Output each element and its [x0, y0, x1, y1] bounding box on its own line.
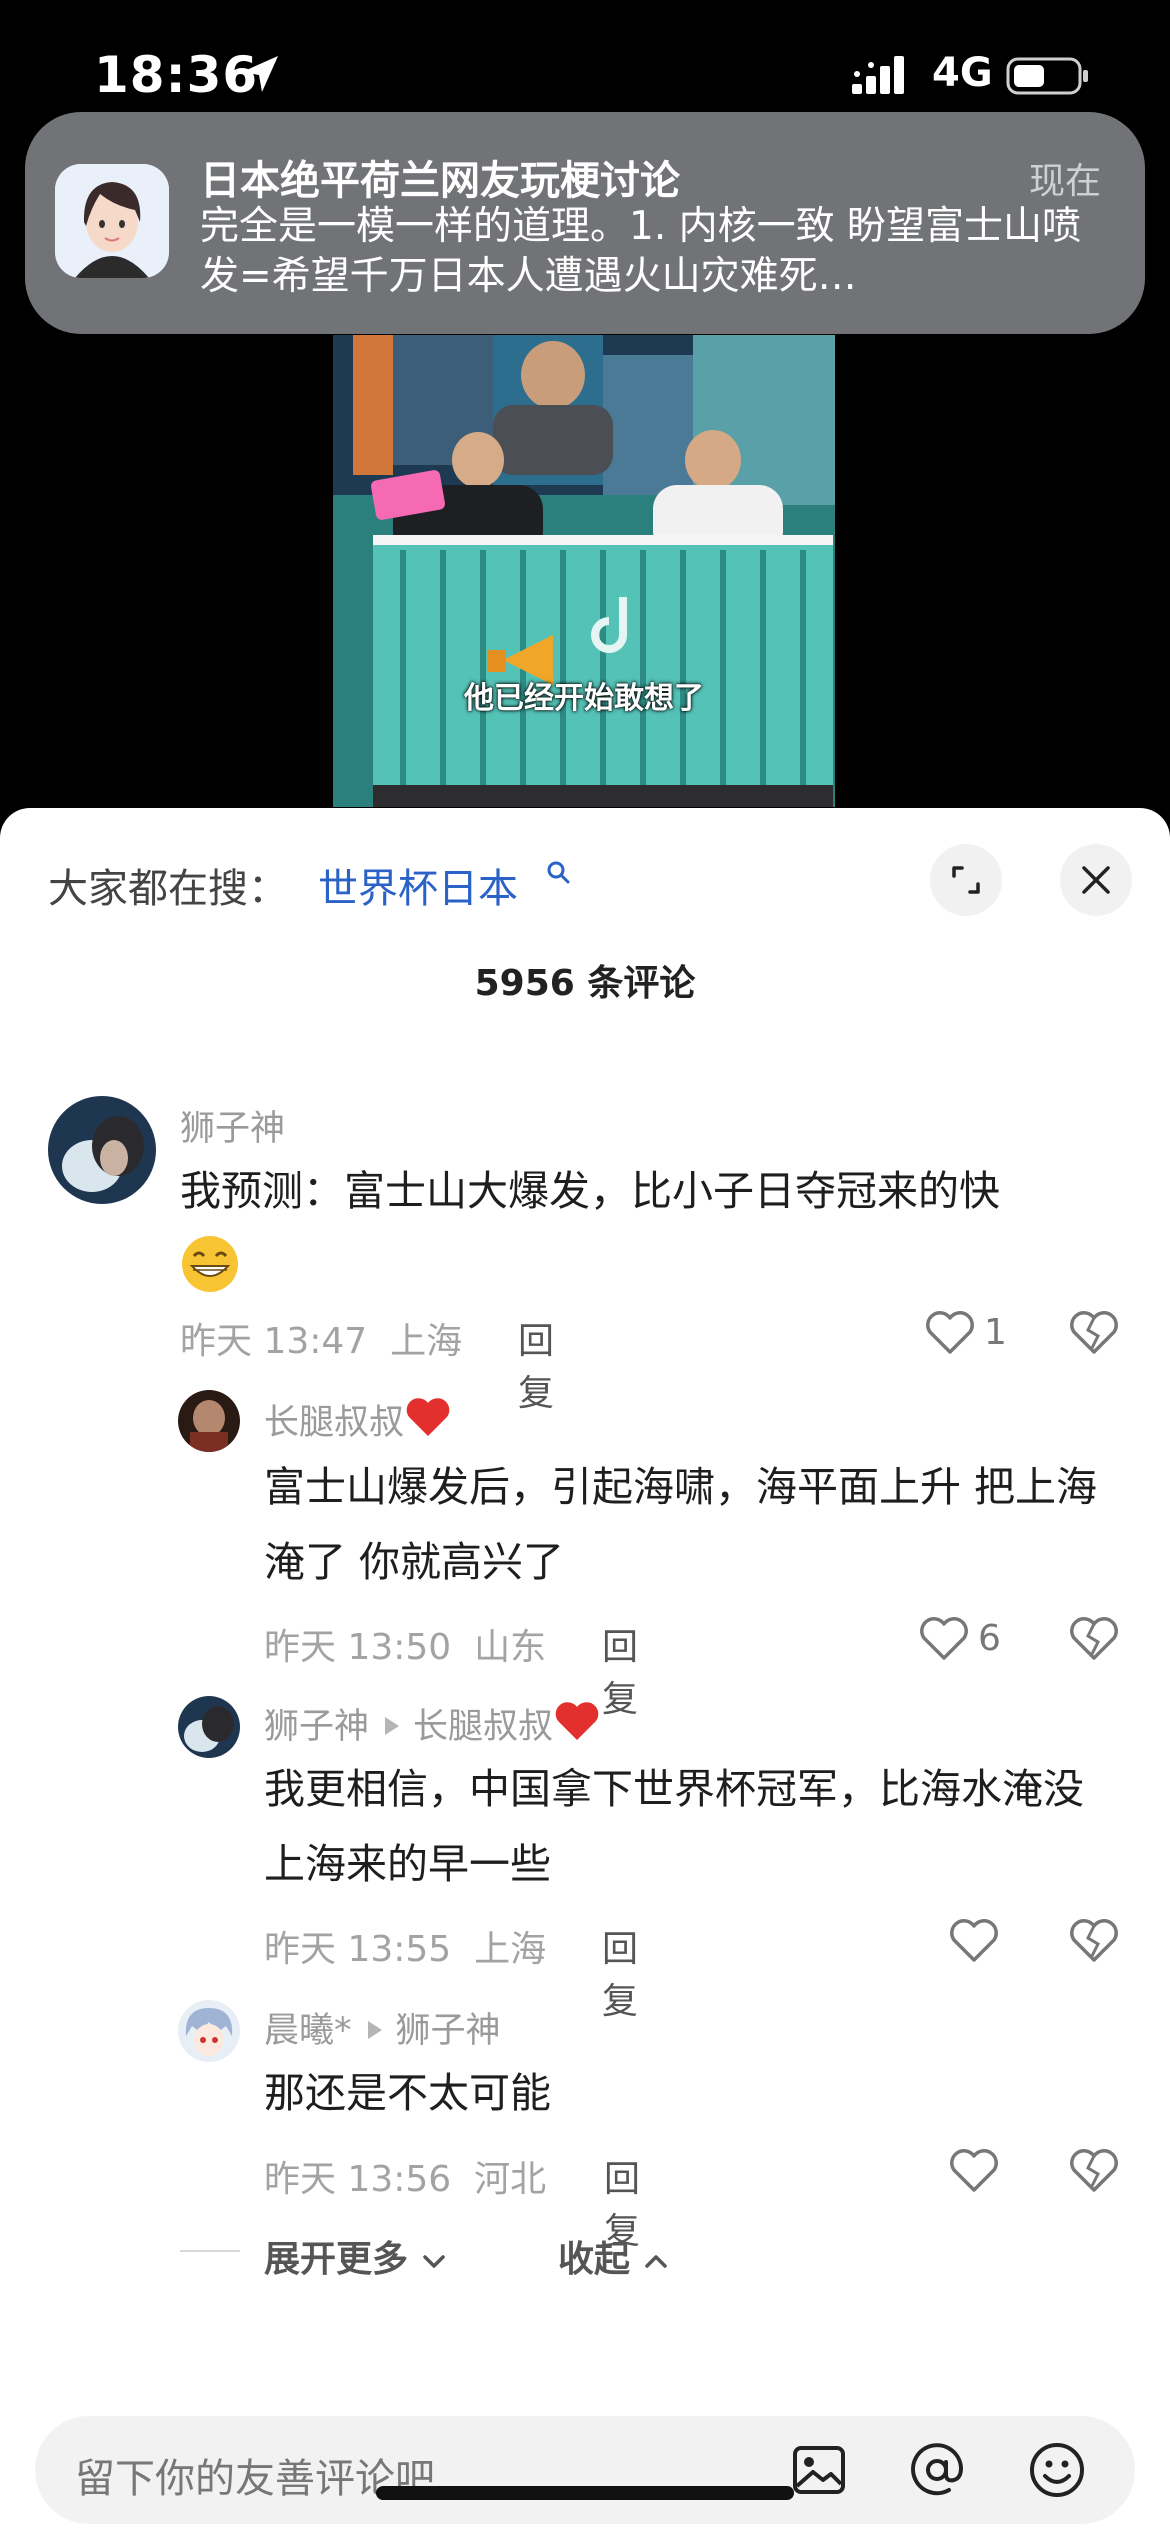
signal-icon [852, 56, 904, 94]
emoji-icon[interactable] [1025, 2438, 1089, 2502]
video-frame-image [333, 335, 835, 807]
comment-date: 昨天 13:56 [264, 2159, 452, 2200]
avatar[interactable] [178, 1390, 240, 1452]
comment-meta: 昨天 13:47 上海 [180, 1312, 462, 1364]
like-count: 6 [978, 1618, 1001, 1659]
comment-sheet: 大家都在搜： 世界杯日本 5956 条评论 狮子神 我预测：富士山大爆发，比小子… [0, 808, 1170, 2532]
status-bar: 18:36 4G [0, 0, 1170, 110]
heart-icon[interactable] [948, 1916, 1000, 1964]
comment-date: 昨天 13:50 [264, 1627, 452, 1668]
close-icon [1082, 866, 1110, 894]
broken-heart-icon[interactable] [1068, 2146, 1120, 2194]
expand-more-label: 展开更多 [264, 2239, 409, 2280]
network-type: 4G [932, 50, 993, 96]
chevron-down-icon [422, 2255, 445, 2268]
avatar[interactable] [48, 1096, 156, 1204]
broken-heart-icon[interactable] [1068, 1614, 1120, 1662]
red-heart-icon [555, 1702, 599, 1740]
chevron-up-icon [644, 2255, 667, 2268]
comment-meta: 昨天 13:56 河北 [264, 2150, 546, 2202]
location-arrow-icon [242, 56, 278, 92]
comment-count: 5956 条评论 [474, 963, 696, 1004]
app-icon [55, 164, 169, 278]
heart-icon[interactable] [924, 1308, 976, 1356]
notification-time: 现在 [1028, 161, 1101, 202]
red-heart-icon [406, 1398, 450, 1436]
comment-meta: 昨天 13:55 上海 [264, 1920, 546, 1972]
collapse-label: 收起 [558, 2239, 631, 2280]
heart-icon[interactable] [948, 2146, 1000, 2194]
comment-text: 我更相信，中国拿下世界杯冠军，比海水淹没上海来的早一些 [264, 1765, 1084, 1888]
comment-location: 上海 [390, 1321, 463, 1362]
comment-author-name: 晨曦* [264, 2011, 352, 2051]
image-icon[interactable] [787, 2438, 851, 2502]
comment-author-name: 狮子神 [264, 1707, 370, 1747]
trending-search-label: 大家都在搜： [48, 866, 288, 912]
grin-emoji-icon [182, 1236, 238, 1292]
trending-search-link[interactable]: 世界杯日本 [318, 856, 518, 914]
comment-author[interactable]: 长腿叔叔 [264, 1394, 452, 1445]
home-indicator[interactable] [376, 2486, 794, 2500]
close-button[interactable] [1060, 844, 1132, 916]
reply-button[interactable]: 回复 [602, 1618, 638, 1722]
reply-arrow-icon [367, 2021, 382, 2039]
reply-to-name: 狮子神 [395, 2011, 501, 2051]
notification-body: 完全是一模一样的道理。1. 内核一致 盼望富士山喷发=希望千万日本人遭遇火山灾难… [200, 204, 1082, 299]
reply-button[interactable]: 回复 [602, 1920, 638, 2024]
comment-text-content: 我预测：富士山大爆发，比小子日夺冠来的快 [180, 1167, 1000, 1215]
comment-text: 我预测：富士山大爆发，比小子日夺冠来的快 [180, 1154, 1110, 1304]
at-icon[interactable] [905, 2438, 969, 2502]
comment-date: 昨天 13:47 [180, 1321, 368, 1362]
comment-date: 昨天 13:55 [264, 1929, 452, 1970]
notification-title: 日本绝平荷兰网友玩梗讨论 [200, 158, 680, 204]
avatar-illustration-icon [55, 164, 169, 278]
comment-location: 上海 [474, 1929, 547, 1970]
avatar[interactable] [178, 1696, 240, 1758]
battery-icon [1006, 57, 1088, 95]
comment-input[interactable]: 留下你的友善评论吧 [35, 2416, 1135, 2524]
comment-input-bar: 留下你的友善评论吧 [0, 2416, 1170, 2532]
collapse-button[interactable]: 收起 [558, 2230, 669, 2282]
comment-location: 河北 [474, 2159, 547, 2200]
comment-text: 那还是不太可能 [264, 2069, 551, 2117]
reply-to-name: 长腿叔叔 [413, 1707, 554, 1747]
video-player[interactable]: 他已经开始敢想了 [333, 335, 835, 807]
broken-heart-icon[interactable] [1068, 1916, 1120, 1964]
like-count: 1 [984, 1312, 1007, 1353]
comment-author-name: 长腿叔叔 [264, 1403, 405, 1443]
heart-icon[interactable] [918, 1614, 970, 1662]
thread-divider [180, 2250, 240, 2252]
expand-icon [952, 866, 980, 894]
comment-location: 山东 [474, 1627, 547, 1668]
video-caption: 他已经开始敢想了 [464, 681, 704, 716]
comment-author[interactable]: 晨曦* 狮子神 [264, 2002, 501, 2053]
comment-meta: 昨天 13:50 山东 [264, 1618, 546, 1670]
reply-button[interactable]: 回复 [518, 1312, 554, 1416]
broken-heart-icon[interactable] [1068, 1308, 1120, 1356]
comment-text: 富士山爆发后，引起海啸，海平面上升 把上海淹了 你就高兴了 [264, 1463, 1098, 1586]
expand-button[interactable] [930, 844, 1002, 916]
comment-author[interactable]: 狮子神 长腿叔叔 [264, 1698, 601, 1749]
status-time: 18:36 [94, 46, 259, 104]
notification-banner[interactable]: 日本绝平荷兰网友玩梗讨论 现在 完全是一模一样的道理。1. 内核一致 盼望富士山… [25, 112, 1145, 334]
reply-arrow-icon [385, 1717, 400, 1735]
comment-author[interactable]: 狮子神 [180, 1100, 285, 1151]
expand-more-button[interactable]: 展开更多 [264, 2230, 447, 2282]
avatar[interactable] [178, 2000, 240, 2062]
search-icon [547, 861, 570, 884]
